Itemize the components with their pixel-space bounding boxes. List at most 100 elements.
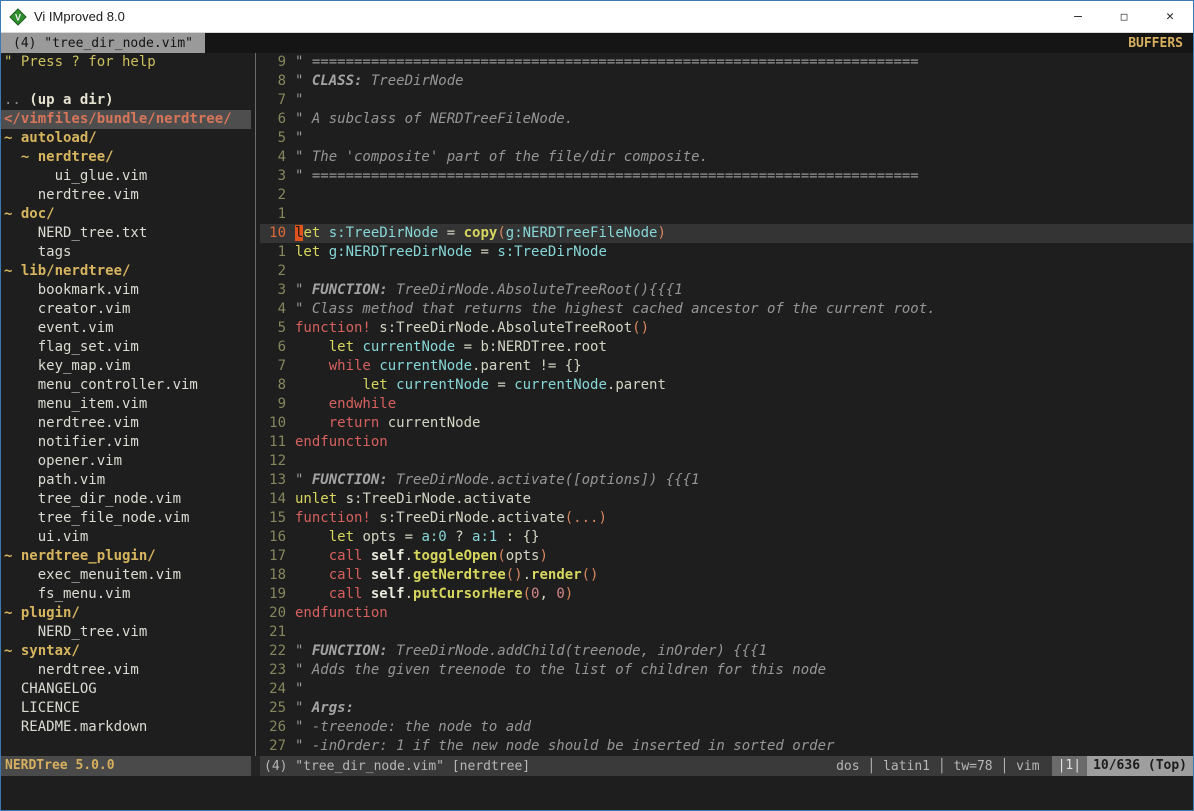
tree-row[interactable]: tags <box>1 243 251 262</box>
code-segment-file: ui.vim <box>4 529 88 545</box>
code-line[interactable]: 12 <box>260 452 1193 471</box>
code-segment-cm: " <box>295 73 312 89</box>
code-segment-file: README.markdown <box>4 719 147 735</box>
line-number: 10 <box>260 414 286 433</box>
code-line[interactable]: 8" CLASS: TreeDirNode <box>260 72 1193 91</box>
code-line[interactable]: 9 endwhile <box>260 395 1193 414</box>
code-segment-dir: ~ doc/ <box>4 206 55 222</box>
tree-row[interactable]: ~ autoload/ <box>1 129 251 148</box>
code-line[interactable]: 19 call self.putCursorHere(0, 0) <box>260 585 1193 604</box>
tree-row[interactable]: ~ syntax/ <box>1 642 251 661</box>
code-line[interactable]: 3" =====================================… <box>260 167 1193 186</box>
maximize-button[interactable]: □ <box>1101 1 1147 32</box>
window-split-separator[interactable] <box>251 53 260 756</box>
tree-row[interactable]: .. (up a dir) <box>1 91 251 110</box>
code-text: " ======================================… <box>295 167 919 186</box>
code-line[interactable]: 26" -treenode: the node to add <box>260 718 1193 737</box>
code-line[interactable]: 6" A subclass of NERDTreeFileNode. <box>260 110 1193 129</box>
code-line[interactable]: 9" =====================================… <box>260 53 1193 72</box>
line-number: 16 <box>260 528 286 547</box>
close-button[interactable]: ✕ <box>1147 1 1193 32</box>
code-line[interactable]: 7 while currentNode.parent != {} <box>260 357 1193 376</box>
tree-row[interactable]: key_map.vim <box>1 357 251 376</box>
vim-window: V Vi IMproved 8.0 — □ ✕ (4) "tree_dir_no… <box>0 0 1194 811</box>
tree-row[interactable]: tree_file_node.vim <box>1 509 251 528</box>
tree-row[interactable]: menu_controller.vim <box>1 376 251 395</box>
code-line[interactable]: 2 <box>260 186 1193 205</box>
code-line[interactable]: 25" Args: <box>260 699 1193 718</box>
code-line[interactable]: 3" FUNCTION: TreeDirNode.AbsoluteTreeRoo… <box>260 281 1193 300</box>
code-line[interactable]: 27" -inOrder: 1 if the new node should b… <box>260 737 1193 756</box>
code-line[interactable]: 17 call self.toggleOpen(opts) <box>260 547 1193 566</box>
tree-row[interactable]: ~ nerdtree_plugin/ <box>1 547 251 566</box>
tree-row[interactable]: opener.vim <box>1 452 251 471</box>
code-line[interactable]: 6 let currentNode = b:NERDTree.root <box>260 338 1193 357</box>
code-line[interactable]: 8 let currentNode = currentNode.parent <box>260 376 1193 395</box>
tree-row[interactable]: fs_menu.vim <box>1 585 251 604</box>
tree-row[interactable] <box>1 737 251 756</box>
tree-row[interactable]: ~ nerdtree/ <box>1 148 251 167</box>
tree-row[interactable]: bookmark.vim <box>1 281 251 300</box>
tree-row[interactable]: LICENCE <box>1 699 251 718</box>
code-line[interactable]: 7" <box>260 91 1193 110</box>
titlebar: V Vi IMproved 8.0 — □ ✕ <box>1 1 1193 33</box>
tree-row[interactable]: nerdtree.vim <box>1 414 251 433</box>
code-line[interactable]: 11endfunction <box>260 433 1193 452</box>
tree-row[interactable]: ui.vim <box>1 528 251 547</box>
code-text: let s:TreeDirNode = copy(g:NERDTreeFileN… <box>295 224 666 243</box>
code-line[interactable]: 15function! s:TreeDirNode.activate(...) <box>260 509 1193 528</box>
tree-row[interactable]: " Press ? for help <box>1 53 251 72</box>
tree-row[interactable]: flag_set.vim <box>1 338 251 357</box>
tree-root-path[interactable]: </vimfiles/bundle/nerdtree/ <box>1 110 251 129</box>
code-segment-st: return <box>329 415 380 431</box>
code-line[interactable]: 10 return currentNode <box>260 414 1193 433</box>
tree-row[interactable]: creator.vim <box>1 300 251 319</box>
code-line[interactable]: 20endfunction <box>260 604 1193 623</box>
tree-row[interactable]: exec_menuitem.vim <box>1 566 251 585</box>
tab-tree-dir-node[interactable]: (4) "tree_dir_node.vim" <box>1 33 205 53</box>
code-text: while currentNode.parent != {} <box>295 357 582 376</box>
code-segment-help: " Press ? for help <box>4 54 156 70</box>
tree-row[interactable]: ~ doc/ <box>1 205 251 224</box>
tree-row[interactable]: event.vim <box>1 319 251 338</box>
tree-row[interactable]: NERD_tree.txt <box>1 224 251 243</box>
vim-logo-icon: V <box>9 8 27 26</box>
tree-row[interactable]: ~ plugin/ <box>1 604 251 623</box>
tree-row[interactable]: nerdtree.vim <box>1 661 251 680</box>
tree-row[interactable]: nerdtree.vim <box>1 186 251 205</box>
minimize-button[interactable]: — <box>1055 1 1101 32</box>
tree-row[interactable]: ~ lib/nerdtree/ <box>1 262 251 281</box>
tree-row[interactable]: path.vim <box>1 471 251 490</box>
code-segment-cm: " A subclass of NERDTreeFileNode. <box>295 111 573 127</box>
code-line[interactable]: 16 let opts = a:0 ? a:1 : {} <box>260 528 1193 547</box>
code-line[interactable]: 21 <box>260 623 1193 642</box>
code-line[interactable]: 1let g:NERDTreeDirNode = s:TreeDirNode <box>260 243 1193 262</box>
tree-row[interactable]: README.markdown <box>1 718 251 737</box>
tree-row[interactable]: notifier.vim <box>1 433 251 452</box>
code-segment-tx: . <box>523 567 531 583</box>
code-line-current[interactable]: 10let s:TreeDirNode = copy(g:NERDTreeFil… <box>260 224 1193 243</box>
code-line[interactable]: 24" <box>260 680 1193 699</box>
line-number: 4 <box>260 148 286 167</box>
tree-row[interactable]: tree_dir_node.vim <box>1 490 251 509</box>
tree-row[interactable]: CHANGELOG <box>1 680 251 699</box>
code-segment-pr: () <box>582 567 599 583</box>
tree-row[interactable]: menu_item.vim <box>1 395 251 414</box>
code-line[interactable]: 1 <box>260 205 1193 224</box>
code-line[interactable]: 4" The 'composite' part of the file/dir … <box>260 148 1193 167</box>
code-line[interactable]: 13" FUNCTION: TreeDirNode.activate([opti… <box>260 471 1193 490</box>
code-line[interactable]: 18 call self.getNerdtree().render() <box>260 566 1193 585</box>
code-line[interactable]: 4" Class method that returns the highest… <box>260 300 1193 319</box>
code-line[interactable]: 5" <box>260 129 1193 148</box>
code-segment-tx: = <box>438 225 463 241</box>
tree-row[interactable]: ui_glue.vim <box>1 167 251 186</box>
code-line[interactable]: 14unlet s:TreeDirNode.activate <box>260 490 1193 509</box>
command-line[interactable] <box>1 776 1193 810</box>
code-line[interactable]: 2 <box>260 262 1193 281</box>
line-number: 6 <box>260 338 286 357</box>
tree-row[interactable]: NERD_tree.vim <box>1 623 251 642</box>
code-line[interactable]: 23" Adds the given treenode to the list … <box>260 661 1193 680</box>
tree-row[interactable] <box>1 72 251 91</box>
code-line[interactable]: 22" FUNCTION: TreeDirNode.addChild(treen… <box>260 642 1193 661</box>
code-line[interactable]: 5function! s:TreeDirNode.AbsoluteTreeRoo… <box>260 319 1193 338</box>
